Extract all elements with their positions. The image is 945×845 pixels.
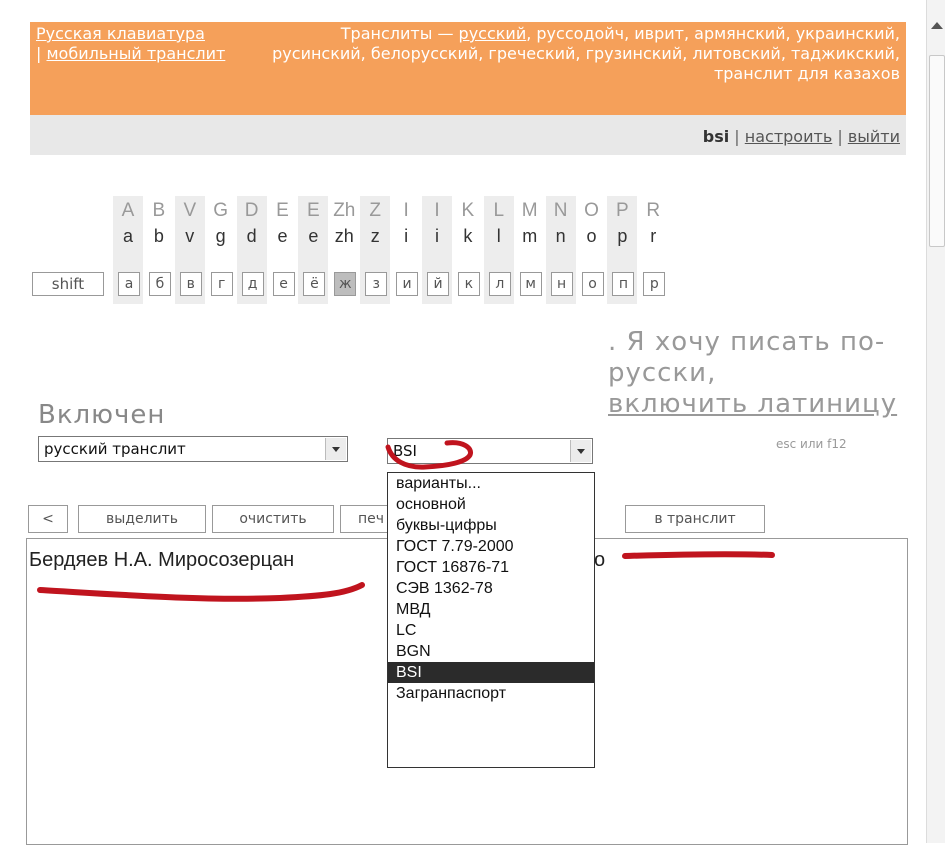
red-annotation-marks [37, 440, 775, 602]
annotation-underline-mark [37, 582, 365, 602]
annotation-underline-mark [622, 551, 775, 559]
annotation-circle-mark [385, 440, 473, 470]
